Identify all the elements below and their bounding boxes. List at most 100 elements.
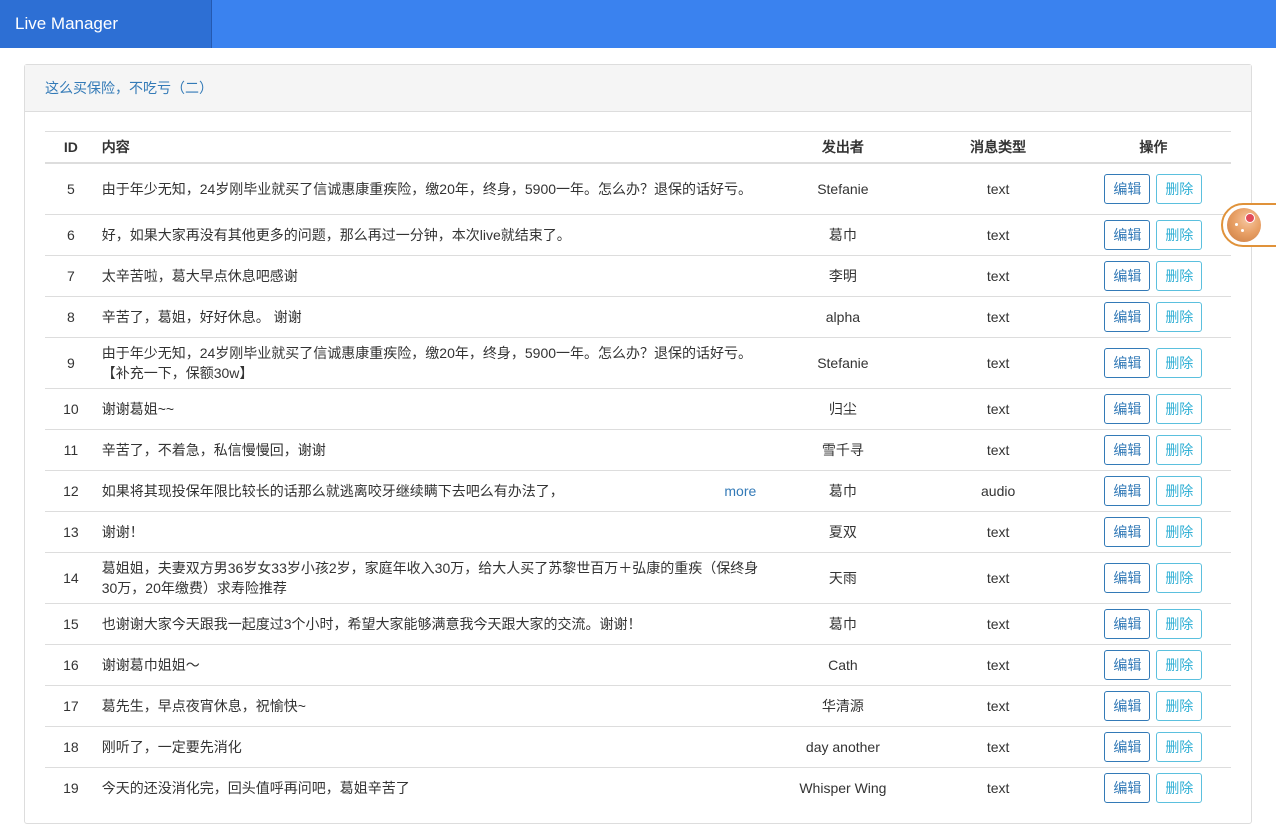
table-row: 13 谢谢！ 夏双 text 编辑 删除 [45, 511, 1231, 553]
delete-button[interactable]: 删除 [1156, 517, 1203, 547]
edit-button[interactable]: 编辑 [1104, 261, 1151, 291]
cell-type: text [920, 767, 1076, 808]
table-row: 6 好，如果大家再没有其他更多的问题，那么再过一分钟，本次live就结束了。 葛… [45, 214, 1231, 256]
cell-type: text [920, 214, 1076, 256]
messages-table-wrap: ID 内容 发出者 消息类型 操作 5 由于年少无知，24岁刚毕业就买了信诚惠康… [45, 131, 1231, 808]
cell-content: 谢谢葛巾姐姐～ [96, 644, 766, 686]
cell-id: 18 [45, 726, 97, 768]
delete-button[interactable]: 删除 [1156, 773, 1203, 803]
floating-widget[interactable] [1221, 203, 1276, 247]
delete-button[interactable]: 删除 [1156, 302, 1203, 332]
cell-sender: 雪千寻 [765, 429, 921, 471]
cell-sender: 华清源 [765, 685, 921, 727]
header-sender: 发出者 [765, 131, 921, 164]
delete-button[interactable]: 删除 [1156, 174, 1203, 204]
delete-button[interactable]: 删除 [1156, 476, 1203, 506]
cell-content: 如果将其现投保年限比较长的话那么就逃离咬牙继续瞒下去吧么有办法了， more [96, 470, 766, 512]
cell-id: 17 [45, 685, 97, 727]
edit-button[interactable]: 编辑 [1104, 650, 1151, 680]
cell-id: 16 [45, 644, 97, 686]
cell-sender: 葛巾 [765, 470, 921, 512]
palette-dot [1241, 229, 1244, 232]
cell-type: text [920, 337, 1076, 389]
cell-ops: 编辑 删除 [1075, 552, 1231, 604]
cell-sender: 归尘 [765, 388, 921, 430]
more-link[interactable]: more [724, 481, 760, 501]
cell-type: audio [920, 470, 1076, 512]
delete-button[interactable]: 删除 [1156, 609, 1203, 639]
cell-content: 谢谢！ [96, 511, 766, 553]
cell-ops: 编辑 删除 [1075, 603, 1231, 645]
delete-button[interactable]: 删除 [1156, 394, 1203, 424]
cell-id: 12 [45, 470, 97, 512]
delete-button[interactable]: 删除 [1156, 563, 1203, 593]
edit-button[interactable]: 编辑 [1104, 394, 1151, 424]
cell-sender: alpha [765, 296, 921, 338]
app-brand[interactable]: Live Manager [0, 0, 212, 48]
edit-button[interactable]: 编辑 [1104, 348, 1151, 378]
cell-sender: Stefanie [765, 337, 921, 389]
cell-ops: 编辑 删除 [1075, 767, 1231, 808]
delete-button[interactable]: 删除 [1156, 220, 1203, 250]
cell-content: 辛苦了，不着急，私信慢慢回，谢谢 [96, 429, 766, 471]
cell-id: 11 [45, 429, 97, 471]
delete-button[interactable]: 删除 [1156, 732, 1203, 762]
cell-sender: 天雨 [765, 552, 921, 604]
edit-button[interactable]: 编辑 [1104, 476, 1151, 506]
delete-button[interactable]: 删除 [1156, 261, 1203, 291]
delete-button[interactable]: 删除 [1156, 650, 1203, 680]
message-content: 如果将其现投保年限比较长的话那么就逃离咬牙继续瞒下去吧么有办法了， [101, 483, 564, 499]
cell-ops: 编辑 删除 [1075, 214, 1231, 256]
cell-content: 由于年少无知，24岁刚毕业就买了信诚惠康重疾险，缴20年，终身，5900一年。怎… [96, 337, 766, 389]
cell-ops: 编辑 删除 [1075, 644, 1231, 686]
message-content: 今天的还没消化完，回头值呼再问吧，葛姐辛苦了 [101, 780, 410, 796]
message-content: 辛苦了，葛姐，好好休息。 谢谢 [101, 309, 302, 325]
table-row: 5 由于年少无知，24岁刚毕业就买了信诚惠康重疾险，缴20年，终身，5900一年… [45, 162, 1231, 215]
cell-type: text [920, 644, 1076, 686]
cell-ops: 编辑 删除 [1075, 726, 1231, 768]
edit-button[interactable]: 编辑 [1104, 732, 1151, 762]
delete-button[interactable]: 删除 [1156, 348, 1203, 378]
cell-sender: day another [765, 726, 921, 768]
message-content: 好，如果大家再没有其他更多的问题，那么再过一分钟，本次live就结束了。 [101, 227, 571, 243]
message-content: 由于年少无知，24岁刚毕业就买了信诚惠康重疾险，缴20年，终身，5900一年。怎… [101, 181, 753, 197]
cell-type: text [920, 511, 1076, 553]
table-row: 11 辛苦了，不着急，私信慢慢回，谢谢 雪千寻 text 编辑 删除 [45, 429, 1231, 471]
edit-button[interactable]: 编辑 [1104, 435, 1151, 465]
message-content: 谢谢！ [101, 524, 144, 540]
cell-ops: 编辑 删除 [1075, 429, 1231, 471]
cell-type: text [920, 388, 1076, 430]
cell-content: 葛姐姐，夫妻双方男36岁女33岁小孩2岁，家庭年收入30万，给大人买了苏黎世百万… [96, 552, 766, 604]
cell-content: 葛先生，早点夜宵休息，祝愉快~ [96, 685, 766, 727]
edit-button[interactable]: 编辑 [1104, 609, 1151, 639]
message-content: 谢谢葛巾姐姐～ [101, 657, 200, 673]
edit-button[interactable]: 编辑 [1104, 773, 1151, 803]
cell-sender: Stefanie [765, 162, 921, 215]
cell-ops: 编辑 删除 [1075, 296, 1231, 338]
cell-type: text [920, 603, 1076, 645]
cell-ops: 编辑 删除 [1075, 470, 1231, 512]
header-type: 消息类型 [920, 131, 1076, 164]
edit-button[interactable]: 编辑 [1104, 302, 1151, 332]
cell-type: text [920, 296, 1076, 338]
delete-button[interactable]: 删除 [1156, 691, 1203, 721]
palette-icon [1227, 208, 1261, 242]
cell-sender: 李明 [765, 255, 921, 297]
delete-button[interactable]: 删除 [1156, 435, 1203, 465]
table-row: 8 辛苦了，葛姐，好好休息。 谢谢 alpha text 编辑 删除 [45, 296, 1231, 338]
edit-button[interactable]: 编辑 [1104, 563, 1151, 593]
edit-button[interactable]: 编辑 [1104, 220, 1151, 250]
table-row: 10 谢谢葛姐~~ 归尘 text 编辑 删除 [45, 388, 1231, 430]
cell-id: 10 [45, 388, 97, 430]
messages-table: ID 内容 发出者 消息类型 操作 5 由于年少无知，24岁刚毕业就买了信诚惠康… [45, 131, 1231, 808]
cell-sender: Cath [765, 644, 921, 686]
edit-button[interactable]: 编辑 [1104, 517, 1151, 547]
edit-button[interactable]: 编辑 [1104, 691, 1151, 721]
cell-type: text [920, 685, 1076, 727]
palette-dot [1235, 223, 1238, 226]
cell-ops: 编辑 删除 [1075, 162, 1231, 215]
cell-id: 7 [45, 255, 97, 297]
messages-panel: 这么买保险，不吃亏（二） ID 内容 发出者 消息类型 操作 5 由于年少无知，… [24, 64, 1252, 824]
cell-id: 5 [45, 162, 97, 215]
edit-button[interactable]: 编辑 [1104, 174, 1151, 204]
